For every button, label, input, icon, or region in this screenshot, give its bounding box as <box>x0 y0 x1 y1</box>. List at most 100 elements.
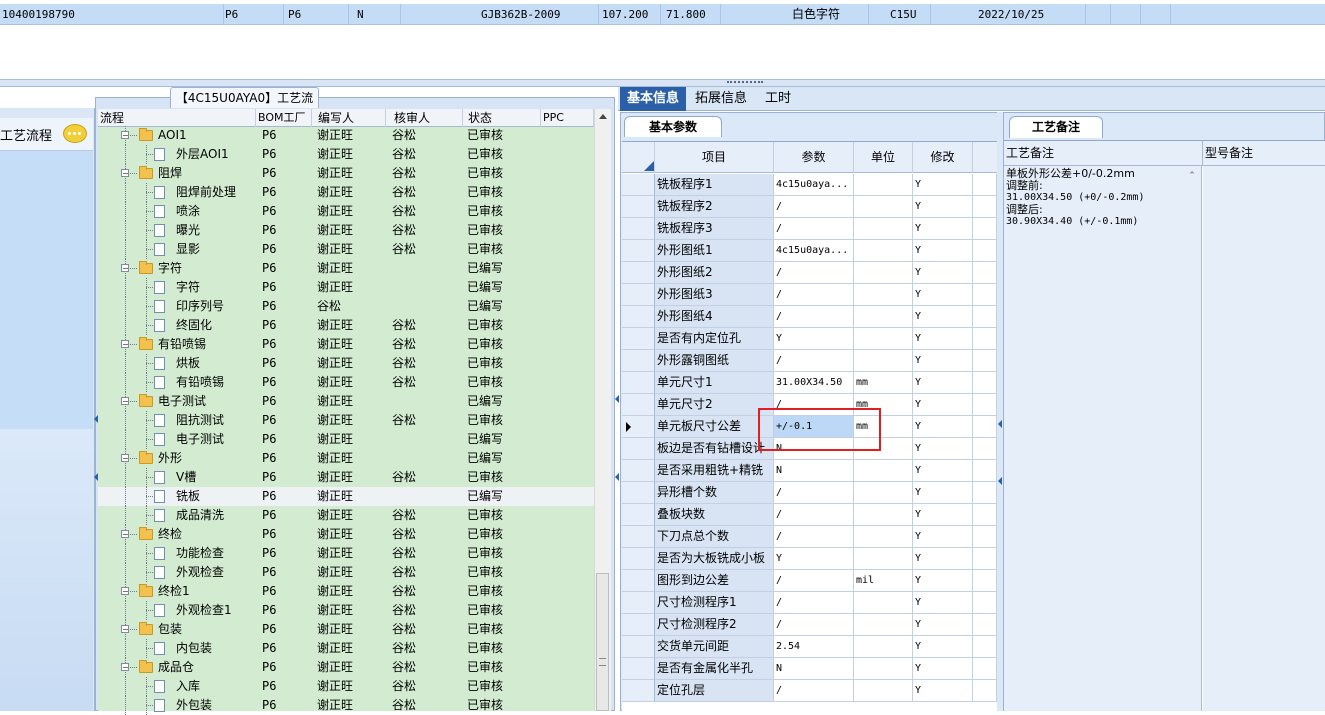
param-modify-cell[interactable]: Y <box>913 306 973 328</box>
col-param[interactable]: 参数 <box>774 142 854 173</box>
collapse-icon[interactable]: − <box>121 454 129 463</box>
param-value-cell[interactable]: Y <box>774 328 854 350</box>
param-unit-cell[interactable] <box>854 592 913 614</box>
param-value-cell[interactable]: / <box>774 482 854 504</box>
row-header[interactable] <box>622 306 655 328</box>
param-unit-cell[interactable] <box>854 482 913 504</box>
col-model-note[interactable]: 型号备注 <box>1203 141 1325 166</box>
tree-group-row[interactable]: − 成品仓 P6 谢正旺 谷松 已审核 <box>98 658 594 677</box>
param-row[interactable]: 尺寸检测程序1/ Y <box>622 592 997 614</box>
param-row[interactable]: 是否为大板铣成小板 Y Y <box>622 548 997 570</box>
tree-step-row[interactable]: V槽 P6 谢正旺 谷松 已审核 <box>98 468 594 487</box>
param-modify-cell[interactable]: Y <box>913 240 973 262</box>
col-reviewer[interactable]: 核审人 <box>386 109 463 127</box>
tree-step-row[interactable]: 有铅喷锡 P6 谢正旺 谷松 已审核 <box>98 373 594 392</box>
tree-group-row[interactable]: − 字符 P6 谢正旺 已编写 <box>98 259 594 278</box>
col-unit[interactable]: 单位 <box>854 142 913 173</box>
tree-step-row[interactable]: 显影 P6 谢正旺 谷松 已审核 <box>98 240 594 259</box>
row-header[interactable] <box>622 284 655 306</box>
process-note-cell[interactable] <box>1004 166 1202 711</box>
notes-scroll-up-icon[interactable]: ⌃ <box>1186 170 1198 182</box>
param-modify-cell[interactable]: Y <box>913 570 973 592</box>
param-value-cell[interactable]: 4c15u0aya... <box>774 174 854 196</box>
collapse-icon[interactable]: − <box>121 530 129 539</box>
param-unit-cell[interactable] <box>854 614 913 636</box>
row-header[interactable] <box>622 438 655 460</box>
param-unit-cell[interactable] <box>854 306 913 328</box>
param-modify-cell[interactable]: Y <box>913 614 973 636</box>
process-nav-item[interactable]: 工艺流程 <box>0 118 93 151</box>
row-header[interactable] <box>622 658 655 680</box>
tree-step-row[interactable]: 电子测试 P6 谢正旺 已编写 <box>98 430 594 449</box>
row-header[interactable] <box>622 372 655 394</box>
param-row[interactable]: 外形图纸2/ Y <box>622 262 997 284</box>
param-modify-cell[interactable]: Y <box>913 284 973 306</box>
param-unit-cell[interactable] <box>854 658 913 680</box>
tree-group-row[interactable]: − 终检1 P6 谢正旺 谷松 已审核 <box>98 582 594 601</box>
col-item[interactable]: 项目 <box>655 142 774 173</box>
row-header[interactable] <box>622 482 655 504</box>
tab-work-hours[interactable]: 工时 <box>760 87 796 111</box>
row-header[interactable] <box>622 614 655 636</box>
param-unit-cell[interactable] <box>854 328 913 350</box>
col-status[interactable]: 状态 <box>463 109 541 127</box>
param-value-cell[interactable]: / <box>774 218 854 240</box>
param-value-cell[interactable]: 31.00X34.50 <box>774 372 854 394</box>
row-header[interactable] <box>622 328 655 350</box>
collapse-icon[interactable]: − <box>121 587 129 596</box>
param-row[interactable]: 外形露铜图纸 / Y <box>622 350 997 372</box>
param-row[interactable]: 交货单元间距 2.54 Y <box>622 636 997 658</box>
tree-step-row[interactable]: 功能检查 P6 谢正旺 谷松 已审核 <box>98 544 594 563</box>
tree-step-row[interactable]: 阻焊前处理 P6 谢正旺 谷松 已审核 <box>98 183 594 202</box>
tree-group-row[interactable]: − 阻焊 P6 谢正旺 谷松 已审核 <box>98 164 594 183</box>
param-row[interactable]: 下刀点总个数 / Y <box>622 526 997 548</box>
tree-step-row[interactable]: 外观检查1 P6 谢正旺 谷松 已审核 <box>98 601 594 620</box>
param-row[interactable]: 外形图纸3/ Y <box>622 284 997 306</box>
row-header[interactable] <box>622 592 655 614</box>
col-process-note[interactable]: 工艺备注 <box>1004 141 1203 166</box>
param-modify-cell[interactable]: Y <box>913 592 973 614</box>
tree-step-row[interactable]: 铣板 P6 谢正旺 已编写 <box>98 487 594 506</box>
param-unit-cell[interactable]: mil <box>854 570 913 592</box>
param-unit-cell[interactable] <box>854 460 913 482</box>
param-value-cell[interactable]: Y <box>774 548 854 570</box>
param-row[interactable]: 铣板程序1 4c15u0aya... Y <box>622 174 997 196</box>
tree-step-row[interactable]: 入库 P6 谢正旺 谷松 已审核 <box>98 677 594 696</box>
tab-extended-info[interactable]: 拓展信息 <box>690 87 752 111</box>
col-writer[interactable]: 编写人 <box>312 109 386 127</box>
param-value-cell[interactable]: / <box>774 614 854 636</box>
param-row[interactable]: 铣板程序3/ Y <box>622 218 997 240</box>
row-header[interactable] <box>622 526 655 548</box>
tree-group-row[interactable]: − 包装 P6 谢正旺 谷松 已审核 <box>98 620 594 639</box>
param-modify-cell[interactable]: Y <box>913 372 973 394</box>
collapse-icon[interactable]: − <box>121 663 129 672</box>
param-unit-cell[interactable] <box>854 636 913 658</box>
tree-step-row[interactable]: 曝光 P6 谢正旺 谷松 已审核 <box>98 221 594 240</box>
param-row[interactable]: 叠板块数 / Y <box>622 504 997 526</box>
param-modify-cell[interactable]: Y <box>913 526 973 548</box>
col-modify[interactable]: 修改 <box>913 142 973 173</box>
model-note-cell[interactable] <box>1203 166 1325 711</box>
tree-step-row[interactable]: 外层AOI1 P6 谢正旺 谷松 已审核 <box>98 145 594 164</box>
param-modify-cell[interactable]: Y <box>913 504 973 526</box>
param-row[interactable]: 图形到边公差 / mil Y <box>622 570 997 592</box>
param-row[interactable]: 单元尺寸1 31.00X34.50 mm Y <box>622 372 997 394</box>
tree-scroll-thumb[interactable] <box>596 573 609 711</box>
row-header[interactable] <box>622 636 655 658</box>
scroll-up-icon[interactable] <box>599 114 607 119</box>
tree-step-row[interactable]: 外观检查 P6 谢正旺 谷松 已审核 <box>98 563 594 582</box>
row-header[interactable] <box>622 394 655 416</box>
param-value-cell[interactable]: 4c15u0aya... <box>774 240 854 262</box>
param-unit-cell[interactable] <box>854 262 913 284</box>
param-modify-cell[interactable]: Y <box>913 328 973 350</box>
param-row[interactable]: 是否有金属化半孔 N Y <box>622 658 997 680</box>
tree-step-row[interactable]: 字符 P6 谢正旺 已编写 <box>98 278 594 297</box>
param-value-cell[interactable]: 2.54 <box>774 636 854 658</box>
row-header[interactable] <box>622 548 655 570</box>
param-modify-cell[interactable]: Y <box>913 262 973 284</box>
param-unit-cell[interactable] <box>854 218 913 240</box>
param-unit-cell[interactable] <box>854 504 913 526</box>
param-modify-cell[interactable]: Y <box>913 438 973 460</box>
tree-group-row[interactable]: − 有铅喷锡 P6 谢正旺 谷松 已审核 <box>98 335 594 354</box>
param-value-cell[interactable]: / <box>774 306 854 328</box>
